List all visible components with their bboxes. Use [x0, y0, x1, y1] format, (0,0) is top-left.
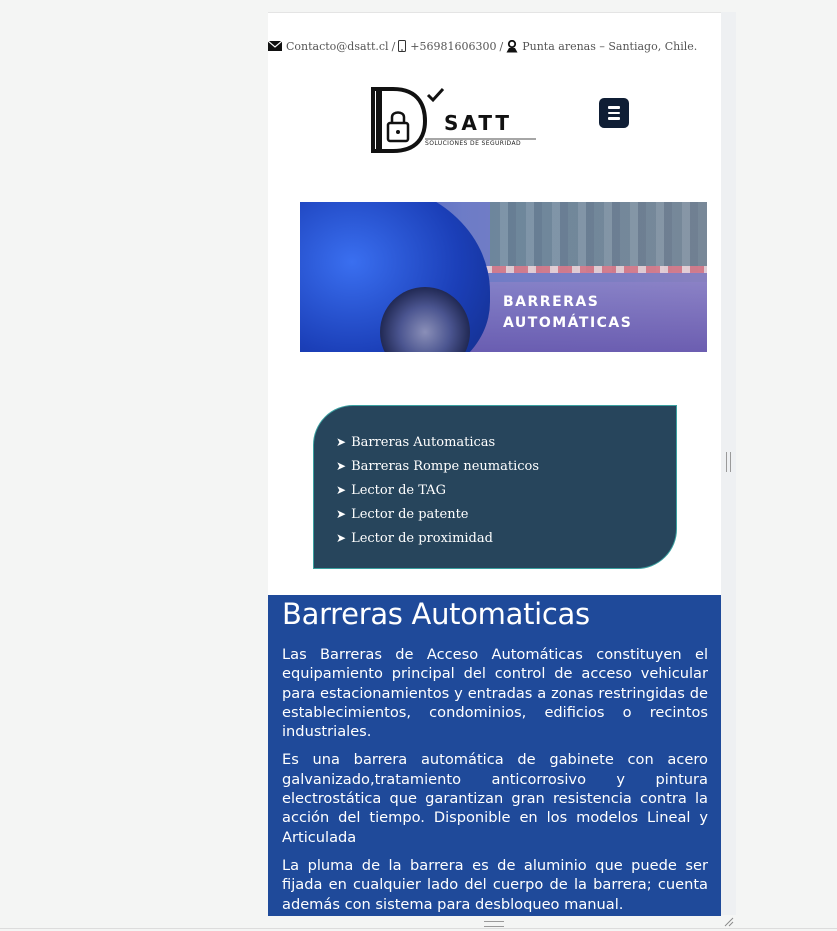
arrow-icon: ➤: [336, 483, 347, 497]
separator: /: [499, 39, 504, 53]
mail-icon: [268, 41, 282, 51]
resize-handle-bottom[interactable]: [484, 921, 504, 927]
menu-icon-bar: [608, 106, 620, 109]
service-item[interactable]: ➤ Lector de proximidad: [336, 529, 539, 553]
logo-tagline: SOLUCIONES DE SEGURIDAD: [425, 140, 521, 147]
page-viewport: Contacto@dsatt.cl / +56981606300 / Punta…: [268, 12, 721, 916]
menu-icon-bar: [608, 117, 620, 120]
phone-icon: [398, 40, 407, 52]
contact-address: Punta arenas – Santiago, Chile.: [522, 39, 698, 53]
services-list: ➤ Barreras Automaticas ➤ Barreras Rompe ne…: [336, 433, 539, 553]
contact-email[interactable]: Contacto@dsatt.cl: [286, 40, 389, 53]
banner-title: BARRERAS AUTOMÁTICAS: [503, 292, 632, 334]
service-label: Lector de TAG: [351, 483, 446, 498]
banner-background-trees: [490, 202, 707, 272]
frame-divider: [0, 928, 837, 929]
service-item[interactable]: ➤ Lector de patente: [336, 505, 539, 529]
service-label: Lector de proximidad: [351, 531, 493, 546]
contact-bar: Contacto@dsatt.cl / +56981606300 / Punta…: [268, 38, 721, 54]
services-card: ➤ Barreras Automaticas ➤ Barreras Rompe ne…: [313, 405, 677, 569]
contact-phone[interactable]: +56981606300: [410, 40, 496, 53]
section-title: Barreras Automaticas: [282, 597, 590, 631]
hamburger-menu-button[interactable]: [599, 98, 629, 128]
arrow-icon: ➤: [336, 507, 347, 521]
service-item[interactable]: ➤ Barreras Automaticas: [336, 433, 539, 457]
service-label: Lector de patente: [351, 507, 469, 522]
service-label: Barreras Rompe neumaticos: [351, 459, 540, 474]
paragraph: Las Barreras de Acceso Automáticas const…: [282, 646, 708, 741]
resize-corner-icon[interactable]: [724, 917, 734, 927]
arrow-icon: ➤: [336, 435, 347, 449]
service-item[interactable]: ➤ Barreras Rompe neumaticos: [336, 457, 539, 481]
menu-icon-bar: [608, 111, 620, 115]
arrow-icon: ➤: [336, 531, 347, 545]
hero-banner: BARRERAS AUTOMÁTICAS: [300, 202, 707, 352]
service-item[interactable]: ➤ Lector de TAG: [336, 481, 539, 505]
arrow-icon: ➤: [336, 459, 347, 473]
location-icon: [506, 39, 518, 52]
section-body: Las Barreras de Acceso Automáticas const…: [282, 645, 708, 916]
separator: /: [391, 39, 396, 53]
paragraph: Es una barrera automática de gabinete co…: [282, 751, 708, 846]
resize-handle-side[interactable]: [726, 452, 731, 472]
content-section: Barreras Automaticas Las Barreras de Acc…: [268, 595, 721, 916]
banner-barrier-arm: [470, 266, 707, 273]
banner-title-line2: AUTOMÁTICAS: [503, 315, 633, 331]
service-label: Barreras Automaticas: [351, 435, 496, 450]
banner-title-line1: BARRERAS: [503, 294, 600, 310]
logo-name: SATT: [444, 111, 513, 135]
paragraph: La pluma de la barrera es de aluminio qu…: [282, 856, 708, 913]
